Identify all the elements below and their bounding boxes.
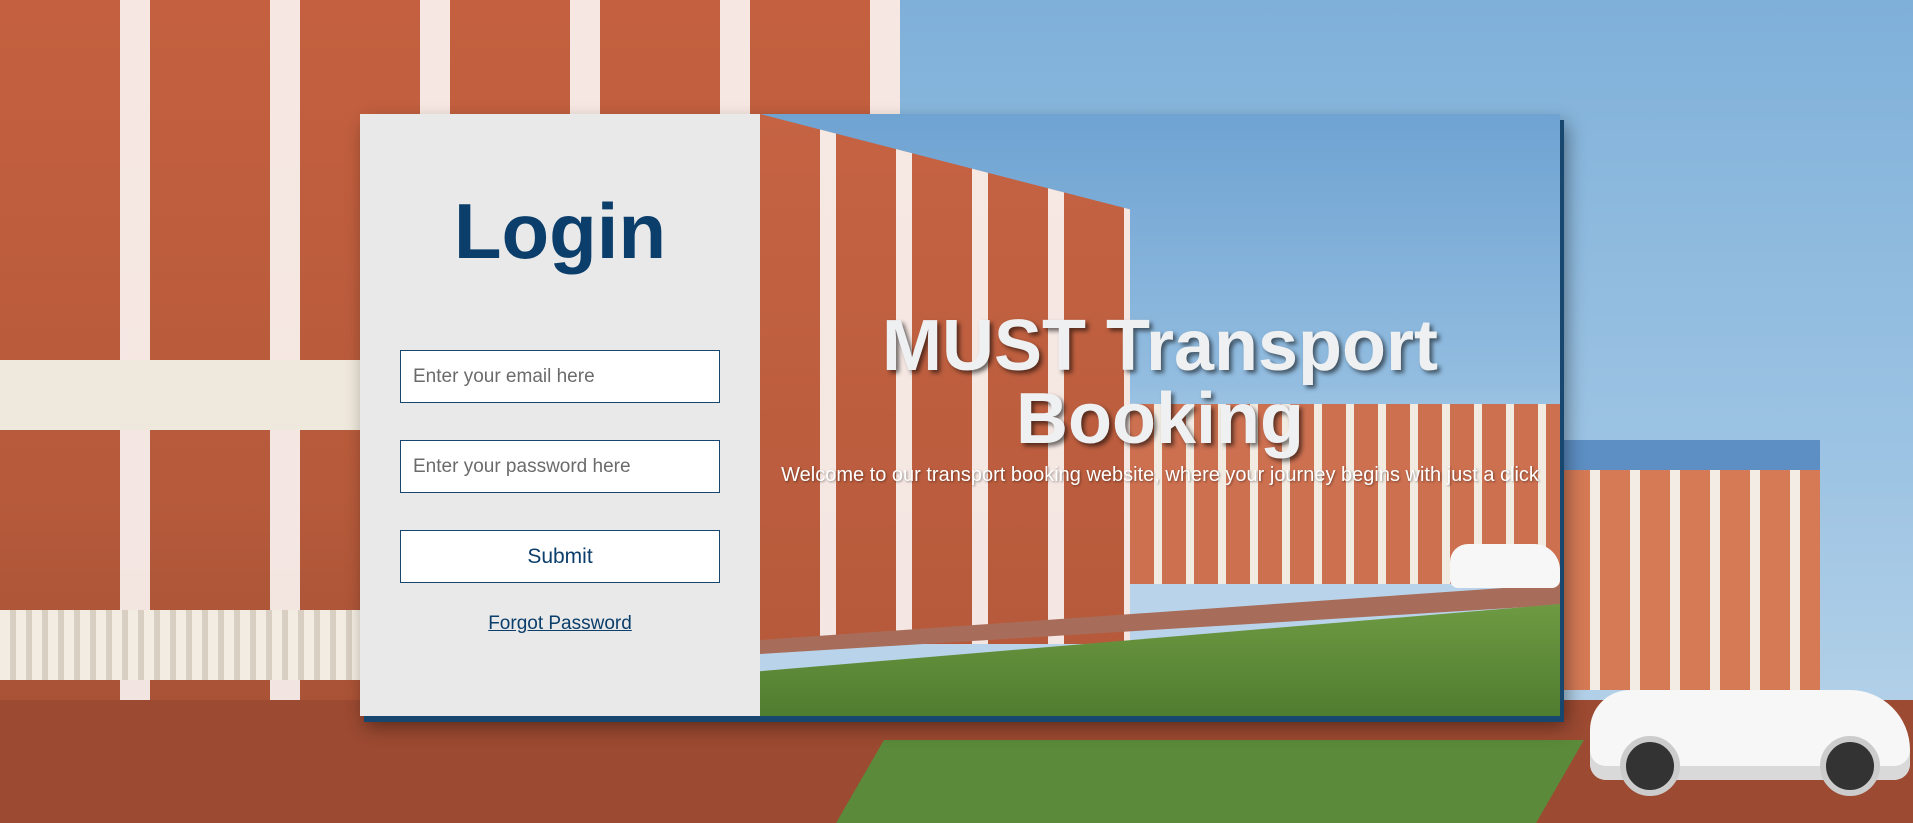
background-car bbox=[1590, 690, 1910, 796]
forgot-password-link[interactable]: Forgot Password bbox=[488, 613, 632, 635]
hero-title: MUST Transport Booking bbox=[881, 306, 1439, 460]
hero-overlay: MUST Transport Booking Welcome to our tr… bbox=[760, 114, 1560, 716]
submit-button[interactable]: Submit bbox=[400, 530, 720, 583]
hero-subtitle: Welcome to our transport booking website… bbox=[781, 463, 1539, 486]
password-input[interactable] bbox=[400, 440, 720, 493]
background-lawn bbox=[836, 740, 1584, 823]
background-roof-right bbox=[1560, 440, 1820, 474]
email-input[interactable] bbox=[400, 350, 720, 403]
login-card: Login Submit Forgot Password MUST Transp… bbox=[360, 114, 1560, 716]
login-panel: Login Submit Forgot Password bbox=[360, 114, 760, 716]
login-title: Login bbox=[453, 187, 667, 275]
background-building-right bbox=[1560, 470, 1820, 690]
hero-panel: MUST Transport Booking Welcome to our tr… bbox=[760, 114, 1560, 716]
